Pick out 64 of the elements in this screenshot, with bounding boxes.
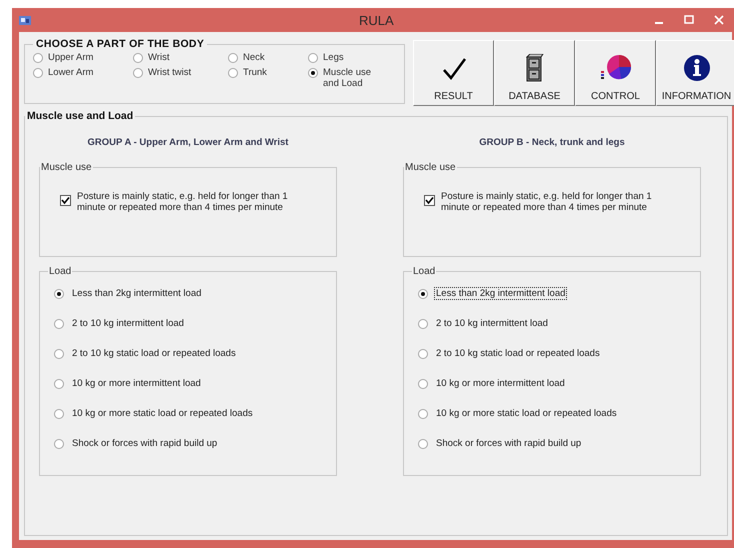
group-title: Muscle use and Load bbox=[26, 110, 134, 122]
radio-button[interactable] bbox=[308, 68, 318, 78]
checkbox[interactable] bbox=[60, 195, 71, 206]
load-option[interactable]: 10 kg or more intermittent load bbox=[418, 377, 694, 390]
radio-button[interactable] bbox=[228, 68, 238, 78]
radio-button[interactable] bbox=[418, 318, 428, 328]
radio-button[interactable] bbox=[133, 68, 143, 78]
load-option[interactable]: Shock or forces with rapid build up bbox=[54, 437, 330, 450]
radio-button[interactable] bbox=[54, 348, 64, 358]
radio-button[interactable] bbox=[54, 288, 64, 298]
load-option[interactable]: Less than 2kg intermittent load bbox=[418, 287, 694, 300]
group-title: Muscle use bbox=[404, 162, 457, 173]
radio-button[interactable] bbox=[54, 318, 64, 328]
group-title: Load bbox=[412, 266, 436, 277]
body-part-option[interactable]: Wrist twist bbox=[133, 67, 228, 78]
load-option[interactable]: 2 to 10 kg static load or repeated loads bbox=[418, 347, 694, 360]
load-option[interactable]: Shock or forces with rapid build up bbox=[418, 437, 694, 450]
body-part-option[interactable]: Upper Arm bbox=[33, 52, 133, 63]
radio-button[interactable] bbox=[308, 53, 318, 63]
toolbar-button[interactable]: CONTROL bbox=[575, 40, 656, 106]
load-option[interactable]: 2 to 10 kg static load or repeated loads bbox=[54, 347, 330, 360]
radio-button[interactable] bbox=[54, 438, 64, 448]
toolbar-button[interactable]: DATABASE bbox=[494, 40, 575, 106]
radio-button[interactable] bbox=[33, 53, 43, 63]
radio-button[interactable] bbox=[418, 438, 428, 448]
maximize-icon[interactable] bbox=[684, 15, 694, 25]
info-icon bbox=[682, 54, 710, 82]
group-heading: GROUP A - Upper Arm, Lower Arm and Wrist bbox=[86, 137, 290, 148]
load-option[interactable]: 10 kg or more static load or repeated loads bbox=[54, 407, 330, 420]
load-option[interactable]: 10 kg or more intermittent load bbox=[54, 377, 330, 390]
posture-checkbox-option[interactable]: Posture is mainly static, e.g. held for longer than 1 minute or repeated more than 4 times per minute bbox=[60, 191, 330, 213]
toolbar-button[interactable]: INFORMATION bbox=[656, 40, 734, 106]
window-title: RULA bbox=[359, 13, 394, 28]
group-title: Muscle use bbox=[40, 162, 93, 173]
radio-button[interactable] bbox=[418, 348, 428, 358]
radio-button[interactable] bbox=[418, 378, 428, 388]
group-heading: GROUP B - Neck, trunk and legs bbox=[478, 137, 626, 148]
close-icon[interactable] bbox=[714, 15, 724, 25]
radio-button[interactable] bbox=[54, 408, 64, 418]
load-option[interactable]: 10 kg or more static load or repeated loads bbox=[418, 407, 694, 420]
group-title: Load bbox=[48, 266, 72, 277]
radio-button[interactable] bbox=[54, 378, 64, 388]
radio-button[interactable] bbox=[418, 288, 428, 298]
body-part-option[interactable]: Lower Arm bbox=[33, 67, 133, 78]
toolbar-button[interactable]: RESULT bbox=[413, 40, 494, 106]
body-part-option[interactable]: Wrist bbox=[133, 52, 228, 63]
body-part-option[interactable]: Muscle use and Load bbox=[308, 67, 398, 89]
filing-cabinet-icon bbox=[526, 54, 544, 82]
radio-button[interactable] bbox=[133, 53, 143, 63]
body-part-option[interactable]: Neck bbox=[228, 52, 308, 63]
radio-button[interactable] bbox=[33, 68, 43, 78]
posture-checkbox-option[interactable]: Posture is mainly static, e.g. held for longer than 1 minute or repeated more than 4 times per minute bbox=[424, 191, 694, 213]
load-option[interactable]: Less than 2kg intermittent load bbox=[54, 287, 330, 300]
radio-button[interactable] bbox=[228, 53, 238, 63]
pie-chart-icon bbox=[600, 54, 630, 82]
load-option[interactable]: 2 to 10 kg intermittent load bbox=[54, 317, 330, 330]
body-part-option[interactable]: Legs bbox=[308, 52, 398, 63]
load-option[interactable]: 2 to 10 kg intermittent load bbox=[418, 317, 694, 330]
check-icon bbox=[440, 56, 466, 82]
body-part-option[interactable]: Trunk bbox=[228, 67, 308, 78]
radio-button[interactable] bbox=[418, 408, 428, 418]
app-icon bbox=[19, 14, 31, 26]
group-title: CHOOSE A PART OF THE BODY bbox=[35, 38, 206, 50]
checkbox[interactable] bbox=[424, 195, 435, 206]
